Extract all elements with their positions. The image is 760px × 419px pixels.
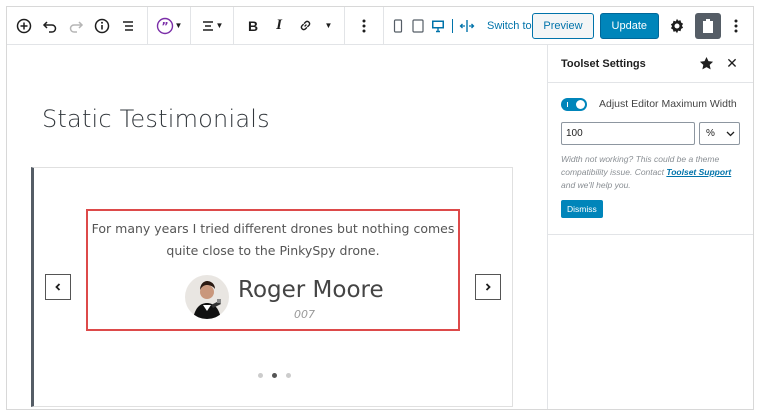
dismiss-button[interactable]: Dismiss [561,200,603,218]
svg-text:”: ” [161,20,168,33]
desktop-preview-icon[interactable] [428,11,448,41]
more-menu-icon[interactable] [727,13,745,39]
resize-icon[interactable] [457,11,477,41]
avatar [185,275,229,319]
redo-icon[interactable] [63,11,89,41]
width-controls: 100 % [561,122,740,145]
editor-canvas: Static Testimonials For many years I tri… [7,45,547,409]
max-width-toggle[interactable] [561,97,587,111]
add-block-icon[interactable] [11,11,37,41]
update-button[interactable]: Update [599,13,659,39]
bold-label: B [247,17,259,34]
gear-icon[interactable] [665,13,689,39]
sidebar-panel: Adjust Editor Maximum Width 100 % Width … [548,83,753,235]
sidebar-header: Toolset Settings ✕ [548,45,753,83]
chevron-right-icon [485,283,491,291]
help-text-after: and we'll help you. [561,180,631,190]
mobile-preview-icon[interactable] [388,11,408,41]
chevron-left-icon [55,283,61,291]
quote-icon[interactable]: ” ▼ [154,11,184,41]
publish-actions: Preview Update [532,7,745,45]
info-icon[interactable] [89,11,115,41]
testimonial-name: Roger Moore [238,277,384,303]
chevron-down-icon [726,131,735,136]
testimonial-role: 007 [294,308,315,321]
unit-select[interactable]: % [698,122,740,145]
slider-dot[interactable] [258,373,263,378]
more-options-icon[interactable] [351,11,377,41]
document-tools [7,7,147,45]
chevron-down-icon: ▼ [324,21,333,30]
sidebar-title: Toolset Settings [561,57,646,70]
align-icon[interactable]: ▼ [197,11,227,41]
slider-dots [258,373,291,378]
bold-button[interactable]: B [240,11,266,41]
unit-select-value: % [705,128,715,139]
block-options-group [345,6,384,45]
block-type-group: ” ▼ [147,6,191,45]
chevron-down-icon: ▼ [215,21,224,30]
page-title[interactable]: Static Testimonials [42,105,270,133]
help-text: Width not working? This could be a theme… [561,153,740,192]
tablet-preview-icon[interactable] [408,11,428,41]
width-input[interactable]: 100 [561,122,695,145]
editor-toolbar: ” ▼ ▼ B I ▼ Switch to Draft Preview Upda… [7,6,753,45]
slider-next-button[interactable] [475,274,501,300]
slider-dot-active[interactable] [272,373,277,378]
star-icon[interactable] [695,56,717,71]
toolset-support-link[interactable]: Toolset Support [666,167,731,177]
undo-icon[interactable] [37,11,63,41]
slider-dot[interactable] [286,373,291,378]
separator [452,18,453,33]
list-view-icon[interactable] [115,11,141,41]
link-icon[interactable] [292,11,318,41]
toolset-settings-sidebar: Toolset Settings ✕ Adjust Editor Maximum… [547,45,753,409]
format-group: B I ▼ [234,6,345,45]
max-width-toggle-label: Adjust Editor Maximum Width [599,98,737,110]
testimonial-slide: For many years I tried different drones … [86,209,460,331]
toolset-icon[interactable] [695,13,721,39]
preview-button[interactable]: Preview [532,13,594,39]
italic-label: I [276,17,282,33]
italic-button[interactable]: I [266,11,292,41]
max-width-toggle-row: Adjust Editor Maximum Width [561,95,740,113]
alignment-group: ▼ [191,6,234,45]
testimonial-quote: For many years I tried different drones … [91,221,455,258]
testimonial-slider-block[interactable]: For many years I tried different drones … [31,167,513,407]
editor-window: ” ▼ ▼ B I ▼ Switch to Draft Preview Upda… [6,6,754,410]
close-icon[interactable]: ✕ [721,55,743,72]
chevron-down-icon: ▼ [174,21,183,30]
more-formats-button[interactable]: ▼ [318,11,338,41]
slider-prev-button[interactable] [45,274,71,300]
